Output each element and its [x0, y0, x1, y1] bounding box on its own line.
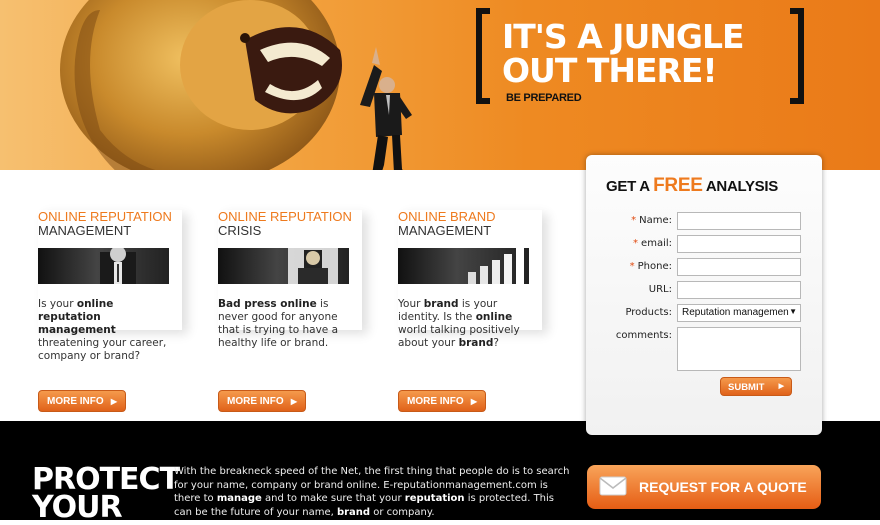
slogan-subtitle: BE PREPARED	[506, 92, 582, 104]
email-label: * email:	[633, 238, 672, 249]
submit-label: SUBMIT	[728, 382, 765, 393]
feature-title-accent: ONLINE REPUTATION	[38, 209, 172, 224]
more-info-button-3[interactable]: MORE INFO ▶	[398, 390, 486, 412]
feature-title: MANAGEMENT	[398, 223, 492, 238]
phone-row: * Phone:	[586, 258, 822, 278]
arrow-right-icon: ▶	[778, 383, 784, 390]
slogan: IT'S A JUNGLE OUT THERE! BE PREPARED	[476, 8, 804, 104]
free-analysis-form: GET A FREE ANALYSIS * Name: * email: * Phon…	[586, 155, 822, 435]
request-quote-label: REQUEST FOR A QUOTE	[639, 479, 807, 495]
feature-title-accent: ONLINE REPUTATION	[218, 209, 352, 224]
feature-image	[38, 248, 169, 284]
name-row: * Name:	[586, 212, 822, 232]
feature-online-brand-management: ONLINE BRAND MANAGEMENT Your brand is yo…	[398, 210, 546, 350]
feature-title: CRISIS	[218, 223, 262, 238]
feature-description: Is your online reputation management thr…	[38, 298, 167, 362]
feature-online-reputation-crisis: ONLINE REPUTATION CRISIS Bad press onlin…	[218, 210, 366, 350]
lion-image	[60, 0, 342, 170]
feature-image	[218, 248, 349, 284]
more-info-button-2[interactable]: MORE INFO ▶	[218, 390, 306, 412]
feature-description: Your brand is your identity. Is the onli…	[398, 298, 520, 349]
name-label: * Name:	[631, 215, 672, 226]
feature-title: MANAGEMENT	[38, 223, 132, 238]
protect-heading: PROTECT YOUR	[32, 462, 180, 525]
request-quote-button[interactable]: REQUEST FOR A QUOTE	[587, 465, 821, 509]
products-label: Products:	[625, 307, 672, 318]
url-label: URL:	[648, 284, 672, 295]
hero-banner: IT'S A JUNGLE OUT THERE! BE PREPARED	[0, 0, 880, 170]
arrow-right-icon: ▶	[290, 397, 297, 406]
comments-field[interactable]	[677, 327, 801, 371]
more-info-label: MORE INFO	[407, 396, 464, 407]
form-title: GET A FREE ANALYSIS	[606, 175, 778, 196]
feature-image	[398, 248, 529, 284]
left-bracket	[476, 8, 490, 104]
phone-field[interactable]	[677, 258, 801, 276]
envelope-icon	[599, 476, 627, 496]
arrow-right-icon: ▶	[110, 397, 117, 406]
arrow-right-icon: ▶	[470, 397, 477, 406]
right-bracket	[790, 8, 804, 104]
band-description: With the breakneck speed of the Net, the…	[174, 466, 570, 518]
slogan-line-1: IT'S A JUNGLE	[502, 17, 745, 56]
comments-row: comments:	[586, 327, 822, 371]
more-info-label: MORE INFO	[227, 396, 284, 407]
products-select[interactable]: Reputation managemen ▼	[677, 304, 801, 322]
comments-label: comments:	[615, 330, 672, 341]
url-field[interactable]	[677, 281, 801, 299]
name-field[interactable]	[677, 212, 801, 230]
submit-button[interactable]: SUBMIT ▶	[720, 377, 792, 396]
more-info-button-1[interactable]: MORE INFO ▶	[38, 390, 126, 412]
email-row: * email:	[586, 235, 822, 255]
feature-description: Bad press online is never good for anyon…	[218, 298, 339, 349]
email-field[interactable]	[677, 235, 801, 253]
businessman-image	[360, 47, 412, 170]
slogan-title: IT'S A JUNGLE OUT THERE!	[502, 17, 745, 90]
feature-title-accent: ONLINE BRAND	[398, 209, 496, 224]
chevron-down-icon: ▼	[789, 307, 797, 316]
products-row: Products: Reputation managemen ▼	[586, 304, 822, 324]
phone-label: * Phone:	[629, 261, 672, 272]
slogan-line-2: OUT THERE!	[502, 51, 718, 90]
feature-online-reputation-management: ONLINE REPUTATION MANAGEMENT Is your onl…	[38, 210, 186, 363]
more-info-label: MORE INFO	[47, 396, 104, 407]
url-row: URL:	[586, 281, 822, 301]
